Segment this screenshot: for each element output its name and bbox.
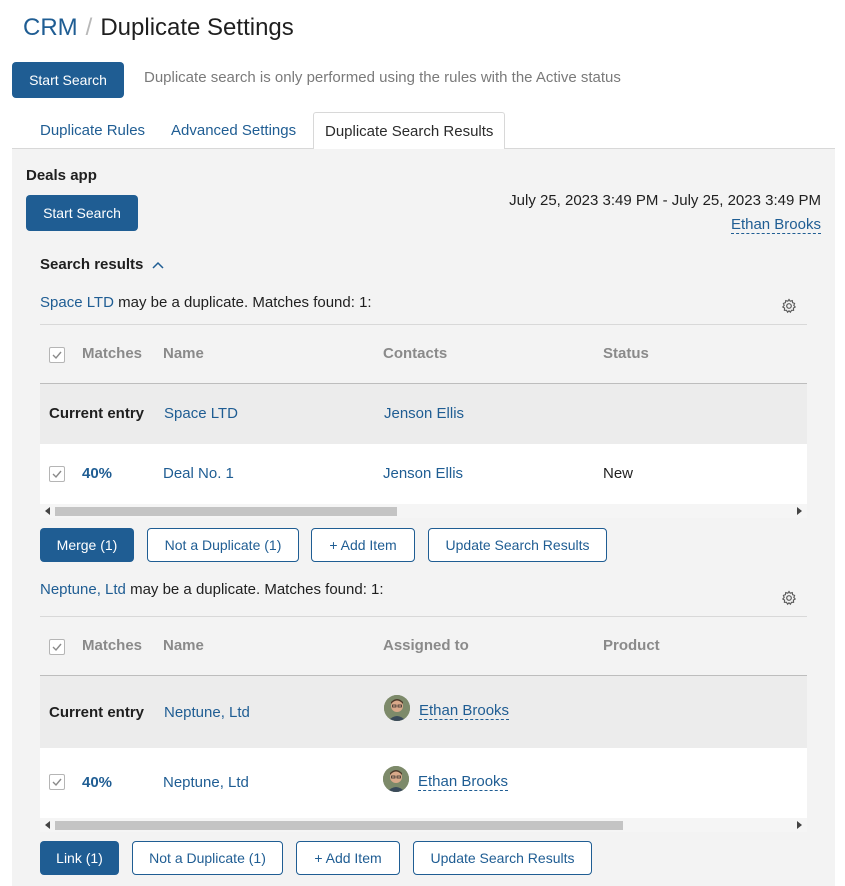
- group-entry-link[interactable]: Neptune, Ltd: [40, 581, 126, 598]
- current-entry-assignee-link[interactable]: Ethan Brooks: [419, 702, 510, 720]
- match-assignee: Ethan Brooks: [418, 773, 509, 791]
- search-hint: Duplicate search is only performed using…: [144, 69, 621, 86]
- match-assignee-link[interactable]: Ethan Brooks: [418, 773, 509, 791]
- column-header-product: Product: [603, 637, 660, 654]
- group-entry-suffix: may be a duplicate. Matches found: 1:: [125, 581, 384, 598]
- not-duplicate-button[interactable]: Not a Duplicate (1): [132, 841, 283, 875]
- gear-icon[interactable]: [781, 590, 797, 606]
- group-entry-link[interactable]: Space LTD: [40, 294, 114, 311]
- breadcrumb: CRM / Duplicate Settings: [23, 14, 294, 42]
- link-button[interactable]: Link (1): [40, 841, 119, 875]
- breadcrumb-separator: /: [85, 14, 93, 41]
- column-header-matches: Matches: [82, 637, 143, 654]
- column-header-name: Name: [163, 637, 204, 654]
- select-all-checkbox[interactable]: [49, 347, 65, 363]
- table-row-match: 40% Neptune, Ltd Ethan Brooks: [40, 748, 807, 818]
- match-name-link[interactable]: Deal No. 1: [163, 465, 234, 482]
- duplicate-table: Matches Name Contacts Status Current ent…: [40, 324, 807, 520]
- add-item-button[interactable]: + Add Item: [296, 841, 400, 875]
- current-entry-name-link[interactable]: Space LTD: [164, 405, 238, 422]
- duplicate-group-heading: Space LTD may be a duplicate. Matches fo…: [40, 294, 372, 311]
- column-header-assigned-to: Assigned to: [383, 637, 469, 654]
- scroll-right-icon[interactable]: [797, 507, 802, 515]
- table-header: Matches Name Assigned to Product: [40, 616, 807, 676]
- table-row-current: Current entry Space LTD Jenson Ellis: [40, 384, 807, 444]
- update-search-results-button[interactable]: Update Search Results: [428, 528, 607, 562]
- duplicate-group-heading: Neptune, Ltd may be a duplicate. Matches…: [40, 581, 384, 598]
- match-percentage: 40%: [82, 465, 113, 482]
- add-item-button[interactable]: + Add Item: [311, 528, 415, 562]
- match-contact-link[interactable]: Jenson Ellis: [383, 465, 463, 482]
- table-row-current: Current entry Neptune, Ltd Ethan Brooks: [40, 676, 807, 748]
- update-search-results-button[interactable]: Update Search Results: [413, 841, 592, 875]
- match-name-link[interactable]: Neptune, Ltd: [163, 774, 249, 791]
- scrollbar-thumb[interactable]: [55, 821, 623, 830]
- scroll-left-icon[interactable]: [45, 821, 50, 829]
- match-checkbox[interactable]: [49, 466, 65, 482]
- current-entry-name-link[interactable]: Neptune, Ltd: [164, 704, 250, 721]
- chevron-up-icon: [152, 261, 164, 269]
- duplicate-table: Matches Name Assigned to Product Current…: [40, 616, 807, 834]
- horizontal-scrollbar[interactable]: [40, 504, 807, 518]
- scrollbar-thumb[interactable]: [55, 507, 397, 516]
- group-entry-suffix: may be a duplicate. Matches found: 1:: [113, 294, 372, 311]
- avatar: [383, 766, 409, 792]
- start-search-button[interactable]: Start Search: [12, 62, 124, 98]
- search-user-link[interactable]: Ethan Brooks: [730, 216, 821, 234]
- column-header-status: Status: [603, 345, 649, 362]
- search-date-range: July 25, 2023 3:49 PM - July 25, 2023 3:…: [509, 192, 821, 209]
- search-results-toggle[interactable]: Search results: [40, 256, 164, 273]
- not-duplicate-button[interactable]: Not a Duplicate (1): [147, 528, 299, 562]
- tab-advanced-settings[interactable]: Advanced Settings: [171, 112, 296, 149]
- tab-bar: Duplicate Rules Advanced Settings Duplic…: [12, 112, 835, 150]
- merge-button[interactable]: Merge (1): [40, 528, 134, 562]
- match-status: New: [603, 465, 634, 482]
- search-results-title: Search results: [40, 256, 144, 273]
- current-entry-label: Current entry: [49, 405, 145, 422]
- column-header-matches: Matches: [82, 345, 143, 362]
- breadcrumb-crm-link[interactable]: CRM: [23, 14, 78, 41]
- match-percentage: 40%: [82, 774, 113, 791]
- column-header-contacts: Contacts: [383, 345, 448, 362]
- horizontal-scrollbar[interactable]: [40, 818, 807, 832]
- app-section-title: Deals app: [26, 167, 97, 184]
- gear-icon[interactable]: [781, 298, 797, 314]
- tab-duplicate-rules[interactable]: Duplicate Rules: [40, 112, 145, 149]
- current-entry-contact-link[interactable]: Jenson Ellis: [384, 405, 464, 422]
- search-user: Ethan Brooks: [730, 216, 821, 234]
- select-all-checkbox[interactable]: [49, 639, 65, 655]
- tab-duplicate-search-results[interactable]: Duplicate Search Results: [313, 112, 506, 150]
- scroll-right-icon[interactable]: [797, 821, 802, 829]
- page-title: Duplicate Settings: [100, 14, 294, 41]
- table-header: Matches Name Contacts Status: [40, 324, 807, 384]
- current-entry-assignee: Ethan Brooks: [419, 702, 510, 720]
- app-start-search-button[interactable]: Start Search: [26, 195, 138, 231]
- table-row-match: 40% Deal No. 1 Jenson Ellis New: [40, 444, 807, 504]
- current-entry-label: Current entry: [49, 704, 145, 721]
- scroll-left-icon[interactable]: [45, 507, 50, 515]
- avatar: [384, 695, 410, 721]
- column-header-name: Name: [163, 345, 204, 362]
- match-checkbox[interactable]: [49, 774, 65, 790]
